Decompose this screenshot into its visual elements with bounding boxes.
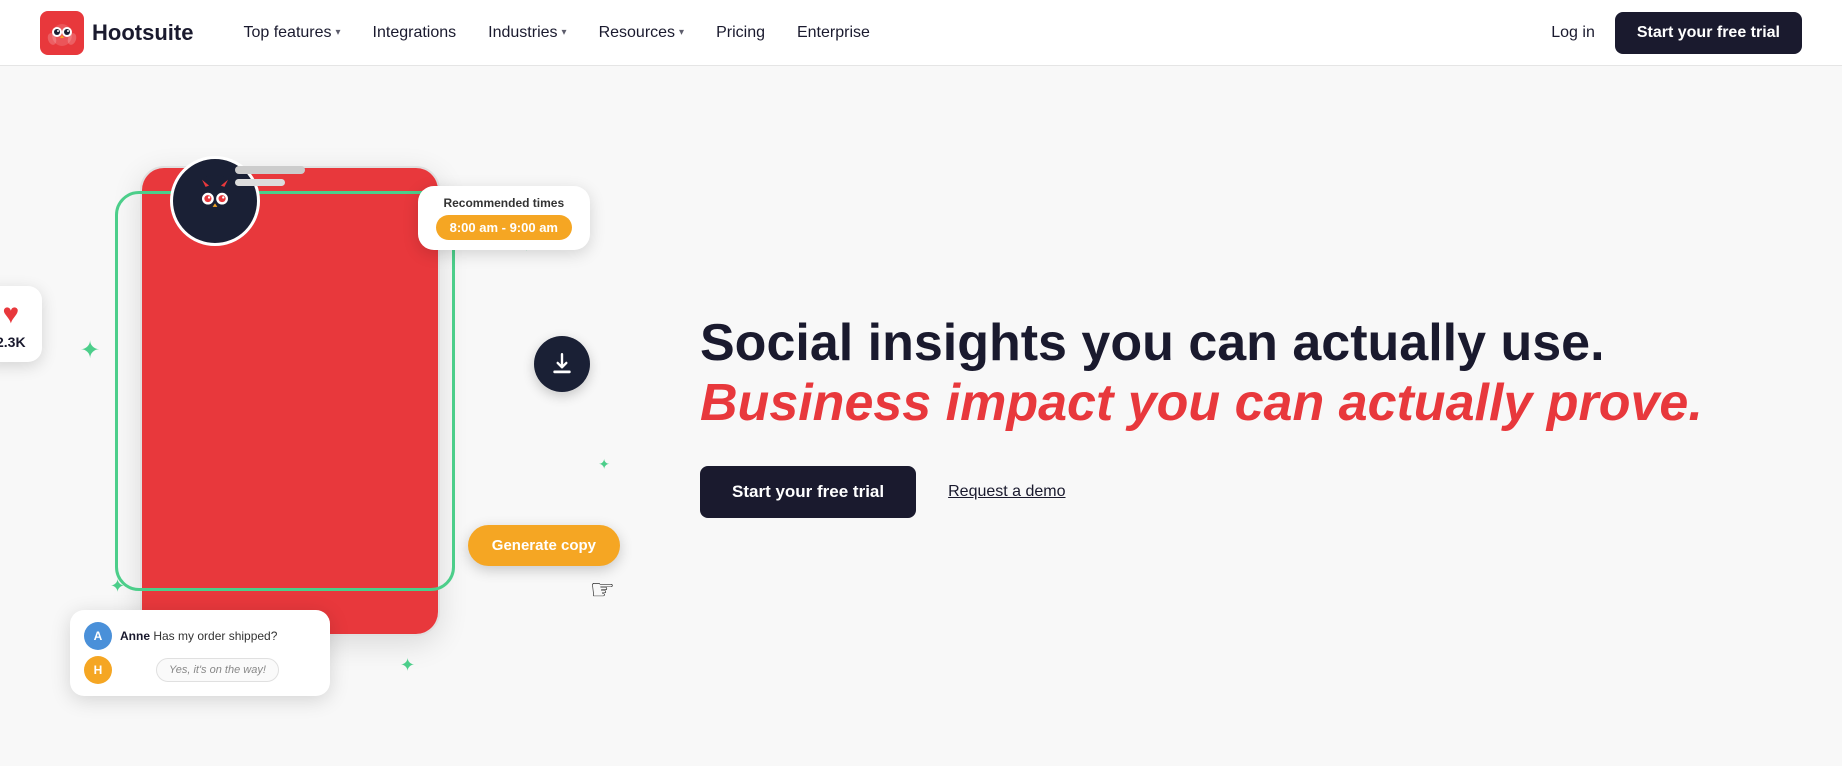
download-circle-button[interactable]: [534, 336, 590, 392]
hero-text: Social insights you can actually use. Bu…: [620, 314, 1762, 518]
logo-text: Hootsuite: [92, 20, 193, 46]
green-border-decoration: [115, 191, 455, 591]
nav-links: Top features ▾ Integrations Industries ▾…: [229, 16, 1551, 50]
hero-illustration: Recommended times 8:00 am - 9:00 am ♥ 2.…: [60, 136, 620, 696]
hero-heading: Social insights you can actually use. Bu…: [700, 314, 1762, 434]
heart-icon: ♥: [2, 298, 19, 330]
nav-right: Log in Start your free trial: [1551, 12, 1802, 54]
sparkle-icon-5: ✦: [400, 655, 415, 676]
hero-heading-black: Social insights you can actually use.: [700, 314, 1605, 372]
likes-box: ♥ 2.3K: [0, 286, 42, 362]
chat-bubble: A Anne Has my order shipped? H Yes, it's…: [70, 610, 330, 696]
sparkle-icon-2: ✦: [110, 576, 125, 597]
chevron-down-icon: ▾: [679, 27, 684, 38]
login-link[interactable]: Log in: [1551, 24, 1595, 42]
nav-cta-button[interactable]: Start your free trial: [1615, 12, 1802, 54]
request-demo-link[interactable]: Request a demo: [948, 483, 1065, 501]
hero-heading-red: Business impact you can actually prove.: [700, 374, 1703, 432]
logo-link[interactable]: Hootsuite: [40, 11, 193, 55]
cursor-hand-icon: ☞: [590, 573, 615, 606]
sparkle-icon-4: ✦: [598, 456, 610, 473]
chevron-down-icon: ▾: [562, 27, 567, 38]
chat-reply-text: Yes, it's on the way!: [156, 658, 279, 682]
nav-item-features[interactable]: Top features ▾: [229, 16, 354, 50]
hootsuite-logo-icon: [40, 11, 84, 55]
recommended-times-bubble: Recommended times 8:00 am - 9:00 am: [418, 186, 590, 250]
download-icon: [549, 351, 575, 377]
generate-copy-button[interactable]: Generate copy: [468, 525, 620, 566]
chat-message-text: Anne Has my order shipped?: [120, 629, 277, 643]
hero-cta-button[interactable]: Start your free trial: [700, 466, 916, 518]
nav-item-industries[interactable]: Industries ▾: [474, 16, 580, 50]
owl-avatar-icon: [189, 175, 241, 227]
hero-actions: Start your free trial Request a demo: [700, 466, 1762, 518]
nav-item-pricing[interactable]: Pricing: [702, 16, 779, 50]
sender-avatar: A: [84, 622, 112, 650]
likes-count: 2.3K: [0, 334, 26, 350]
avatar-text-lines: [235, 166, 305, 186]
chevron-down-icon: ▾: [336, 27, 341, 38]
hero-section: Recommended times 8:00 am - 9:00 am ♥ 2.…: [0, 66, 1842, 766]
nav-item-enterprise[interactable]: Enterprise: [783, 16, 884, 50]
reply-avatar: H: [84, 656, 112, 684]
rec-times-value: 8:00 am - 9:00 am: [436, 215, 572, 240]
sparkle-icon-1: ✦: [80, 336, 100, 365]
nav-item-resources[interactable]: Resources ▾: [585, 16, 699, 50]
nav-item-integrations[interactable]: Integrations: [359, 16, 471, 50]
navbar: Hootsuite Top features ▾ Integrations In…: [0, 0, 1842, 66]
rec-times-title: Recommended times: [436, 196, 572, 210]
